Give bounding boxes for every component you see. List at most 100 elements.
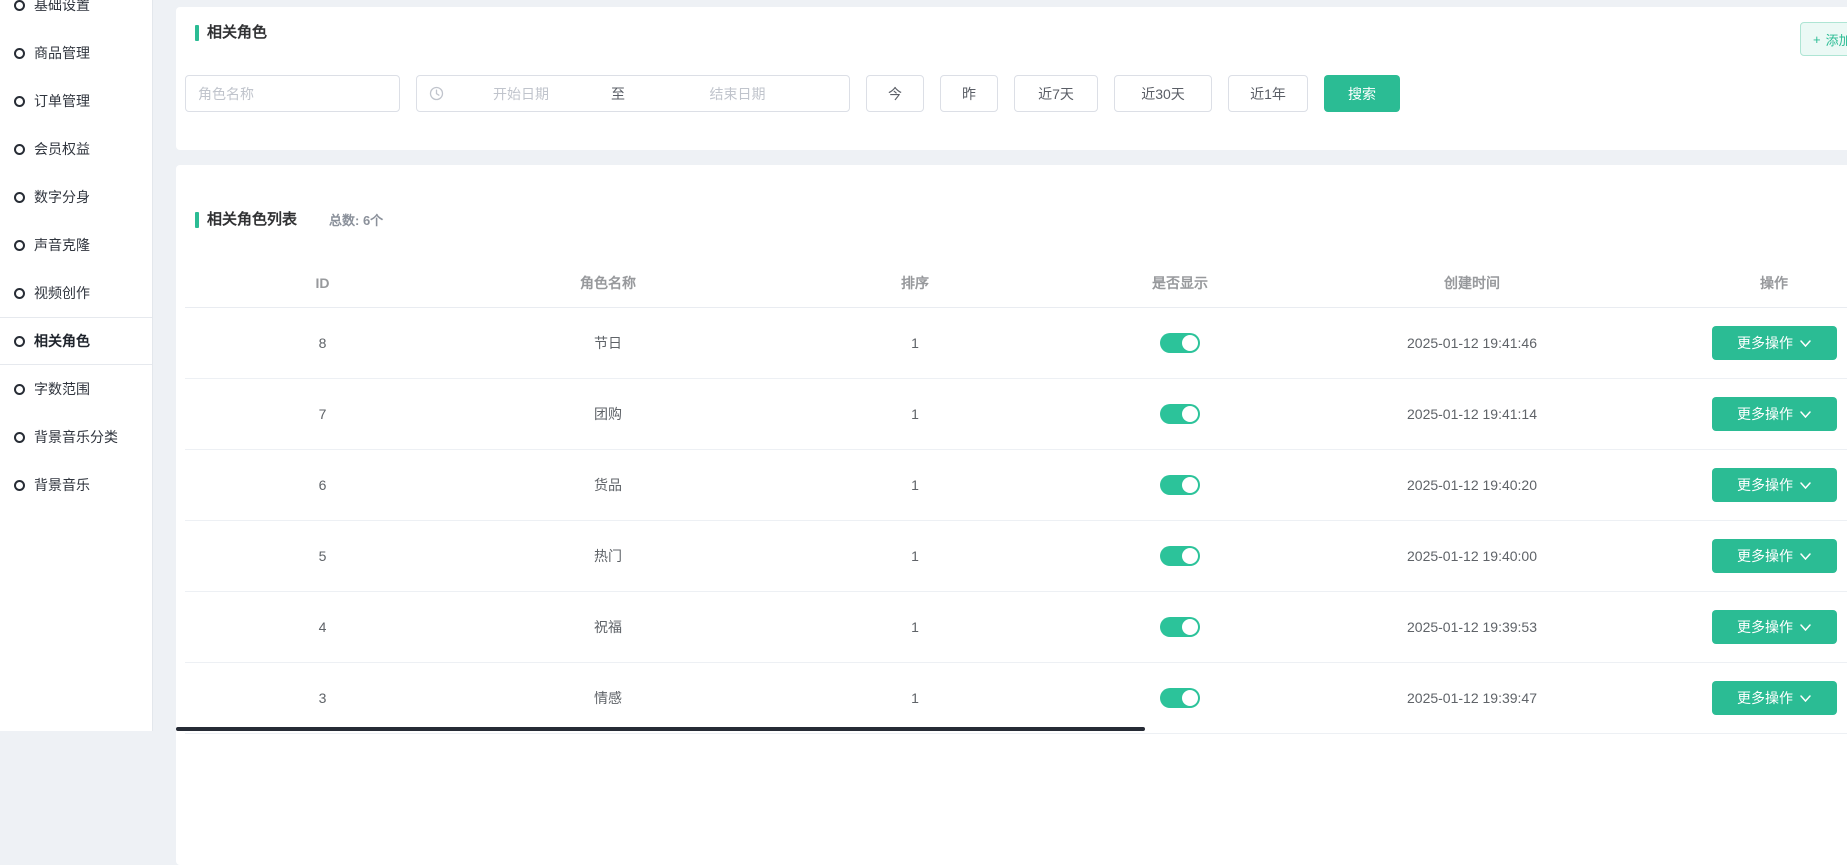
list-title: 相关角色列表 [207, 212, 297, 228]
clock-icon [429, 86, 444, 101]
column-header-role-name: 角色名称 [460, 273, 756, 293]
start-date-input[interactable] [444, 85, 598, 103]
cell-created-time: 2025-01-12 19:41:14 [1286, 406, 1658, 422]
table-row: 5 热门 1 2025-01-12 19:40:00 更多操作 [185, 521, 1847, 592]
sidebar-item-voice-clone[interactable]: 声音克隆 [0, 221, 152, 269]
sidebar-item-digital-avatar[interactable]: 数字分身 [0, 173, 152, 221]
quick-filter-1year-button[interactable]: 近1年 [1228, 75, 1308, 112]
cell-role-name: 货品 [460, 475, 756, 495]
circle-icon [14, 48, 25, 59]
more-actions-button[interactable]: 更多操作 [1712, 326, 1837, 360]
role-name-input[interactable] [185, 75, 400, 112]
visibility-toggle[interactable] [1160, 404, 1200, 424]
cell-sort: 1 [756, 690, 1074, 706]
cell-id: 7 [185, 406, 460, 422]
sidebar-item-label: 声音克隆 [34, 235, 90, 255]
cell-id: 3 [185, 690, 460, 706]
circle-icon [14, 336, 25, 347]
table-row: 4 祝福 1 2025-01-12 19:39:53 更多操作 [185, 592, 1847, 663]
add-button[interactable]: + 添加 [1800, 22, 1847, 56]
visibility-toggle[interactable] [1160, 333, 1200, 353]
list-panel-title: 相关角色列表 总数: 6个 [195, 210, 383, 229]
sidebar-item-order-management[interactable]: 订单管理 [0, 77, 152, 125]
total-count: 总数: 6个 [329, 210, 383, 229]
title-bar-marker [195, 25, 199, 41]
more-actions-button[interactable]: 更多操作 [1712, 468, 1837, 502]
table-row: 6 货品 1 2025-01-12 19:40:20 更多操作 [185, 450, 1847, 521]
visibility-toggle[interactable] [1160, 688, 1200, 708]
cell-role-name: 节日 [460, 333, 756, 353]
toggle-knob [1182, 335, 1198, 351]
quick-filter-30days-button[interactable]: 近30天 [1114, 75, 1212, 112]
quick-filter-yesterday-button[interactable]: 昨 [940, 75, 998, 112]
circle-icon [14, 144, 25, 155]
title-bar-marker [195, 212, 199, 228]
cell-created-time: 2025-01-12 19:41:46 [1286, 335, 1658, 351]
visibility-toggle[interactable] [1160, 475, 1200, 495]
sidebar-item-bgm[interactable]: 背景音乐 [0, 461, 152, 509]
quick-filter-today-button[interactable]: 今 [866, 75, 924, 112]
more-actions-button[interactable]: 更多操作 [1712, 610, 1837, 644]
circle-icon [14, 480, 25, 491]
sidebar-item-label: 相关角色 [34, 331, 90, 351]
sidebar-item-bgm-category[interactable]: 背景音乐分类 [0, 413, 152, 461]
cell-sort: 1 [756, 477, 1074, 493]
toggle-knob [1182, 690, 1198, 706]
filter-controls: 至 今 昨 近7天 近30天 近1年 搜索 [185, 75, 1400, 112]
sidebar-item-label: 订单管理 [34, 91, 90, 111]
add-button-label: 添加 [1826, 30, 1847, 49]
sidebar-item-label: 基础设置 [34, 0, 90, 15]
column-header-sort: 排序 [756, 273, 1074, 293]
quick-filter-7days-button[interactable]: 近7天 [1014, 75, 1098, 112]
sidebar-item-member-benefits[interactable]: 会员权益 [0, 125, 152, 173]
more-actions-button[interactable]: 更多操作 [1712, 397, 1837, 431]
chevron-down-icon [1800, 482, 1811, 489]
circle-icon [14, 384, 25, 395]
table-row: 3 情感 1 2025-01-12 19:39:47 更多操作 [185, 663, 1847, 734]
sidebar-menu: 基础设置 商品管理 订单管理 会员权益 数字分身 声音克隆 视频创作 相关角色 [0, 0, 152, 509]
sidebar-item-label: 字数范围 [34, 379, 90, 399]
cell-created-time: 2025-01-12 19:39:53 [1286, 619, 1658, 635]
visibility-toggle[interactable] [1160, 617, 1200, 637]
sidebar-item-word-count-range[interactable]: 字数范围 [0, 365, 152, 413]
visibility-toggle[interactable] [1160, 546, 1200, 566]
cell-id: 5 [185, 548, 460, 564]
sidebar-item-product-management[interactable]: 商品管理 [0, 29, 152, 77]
cell-role-name: 团购 [460, 404, 756, 424]
more-actions-button[interactable]: 更多操作 [1712, 539, 1837, 573]
cell-role-name: 祝福 [460, 617, 756, 637]
end-date-input[interactable] [638, 85, 837, 103]
roles-table: ID 角色名称 排序 是否显示 创建时间 操作 8 节日 1 2025-01-1… [185, 258, 1847, 734]
cell-sort: 1 [756, 619, 1074, 635]
sidebar-item-label: 视频创作 [34, 283, 90, 303]
cell-sort: 1 [756, 335, 1074, 351]
horizontal-scrollbar-thumb[interactable] [176, 727, 1145, 731]
circle-icon [14, 288, 25, 299]
date-range-picker[interactable]: 至 [416, 75, 850, 112]
table-header-row: ID 角色名称 排序 是否显示 创建时间 操作 [185, 258, 1847, 308]
chevron-down-icon [1800, 340, 1811, 347]
column-header-created: 创建时间 [1286, 273, 1658, 293]
circle-icon [14, 432, 25, 443]
plus-icon: + [1813, 32, 1821, 47]
sidebar-item-video-creation[interactable]: 视频创作 [0, 269, 152, 317]
circle-icon [14, 240, 25, 251]
column-header-id: ID [185, 275, 460, 291]
sidebar-item-label: 会员权益 [34, 139, 90, 159]
circle-icon [14, 96, 25, 107]
cell-created-time: 2025-01-12 19:40:00 [1286, 548, 1658, 564]
sidebar-item-basic-settings[interactable]: 基础设置 [0, 0, 152, 29]
cell-id: 4 [185, 619, 460, 635]
chevron-down-icon [1800, 695, 1811, 702]
cell-role-name: 热门 [460, 546, 756, 566]
cell-created-time: 2025-01-12 19:40:20 [1286, 477, 1658, 493]
chevron-down-icon [1800, 624, 1811, 631]
role-list-panel: 相关角色列表 总数: 6个 ID 角色名称 排序 是否显示 创建时间 操作 8 … [176, 165, 1847, 865]
date-range-separator: 至 [598, 84, 638, 104]
sidebar: 基础设置 商品管理 订单管理 会员权益 数字分身 声音克隆 视频创作 相关角色 [0, 0, 153, 731]
more-actions-button[interactable]: 更多操作 [1712, 681, 1837, 715]
circle-icon [14, 192, 25, 203]
search-button[interactable]: 搜索 [1324, 75, 1400, 112]
toggle-knob [1182, 477, 1198, 493]
sidebar-item-related-roles[interactable]: 相关角色 [0, 317, 152, 365]
